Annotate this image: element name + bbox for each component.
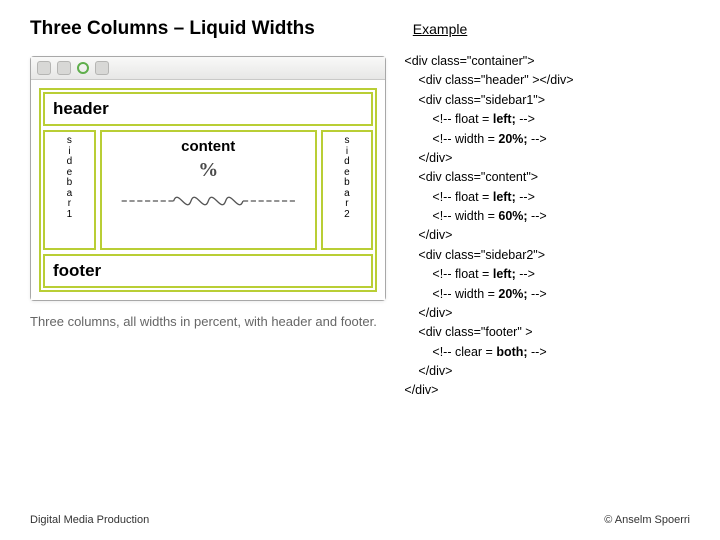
layout-footer: footer (43, 254, 373, 288)
code-line: <!-- float = left; --> (404, 110, 690, 129)
code-line: </div> (404, 149, 690, 168)
page-title: Three Columns – Liquid Widths (30, 18, 413, 40)
code-line: </div> (404, 304, 690, 323)
code-line: <div class="header" ></div> (404, 71, 690, 90)
layout-sidebar2: s i d e b a r 2 (321, 130, 374, 250)
content-label: content (108, 138, 309, 155)
code-line: <!-- width = 20%; --> (404, 285, 690, 304)
nav-back-icon (37, 61, 51, 75)
code-line: <div class="content"> (404, 168, 690, 187)
footer-left: Digital Media Production (30, 514, 149, 526)
code-line: <!-- float = left; --> (404, 265, 690, 284)
code-line: <div class="container"> (404, 52, 690, 71)
code-line: </div> (404, 226, 690, 245)
footer-right: © Anselm Spoerri (604, 514, 690, 526)
layout-sidebar1: s i d e b a r 1 (43, 130, 96, 250)
nav-fwd-icon (57, 61, 71, 75)
code-line: <div class="footer" > (404, 323, 690, 342)
layout-header: header (43, 92, 373, 126)
home-icon (95, 61, 109, 75)
layout-caption: Three columns, all widths in percent, wi… (30, 313, 386, 331)
spring-icon (118, 188, 299, 214)
code-line: </div> (404, 381, 690, 400)
layout-content: content % (100, 130, 317, 250)
browser-toolbar (31, 57, 385, 80)
code-line: <!-- float = left; --> (404, 188, 690, 207)
code-line: <!-- clear = both; --> (404, 343, 690, 362)
browser-mock: header s i d e b a r 1 (30, 56, 386, 301)
code-line: </div> (404, 362, 690, 381)
layout-container: header s i d e b a r 1 (39, 88, 377, 292)
example-heading: Example (413, 21, 467, 37)
code-line: <div class="sidebar1"> (404, 91, 690, 110)
code-line: <!-- width = 20%; --> (404, 130, 690, 149)
code-example: <div class="container"> <div class="head… (404, 52, 690, 401)
code-line: <!-- width = 60%; --> (404, 207, 690, 226)
reload-icon (77, 62, 89, 74)
percent-icon: % (108, 159, 309, 182)
code-line: <div class="sidebar2"> (404, 246, 690, 265)
